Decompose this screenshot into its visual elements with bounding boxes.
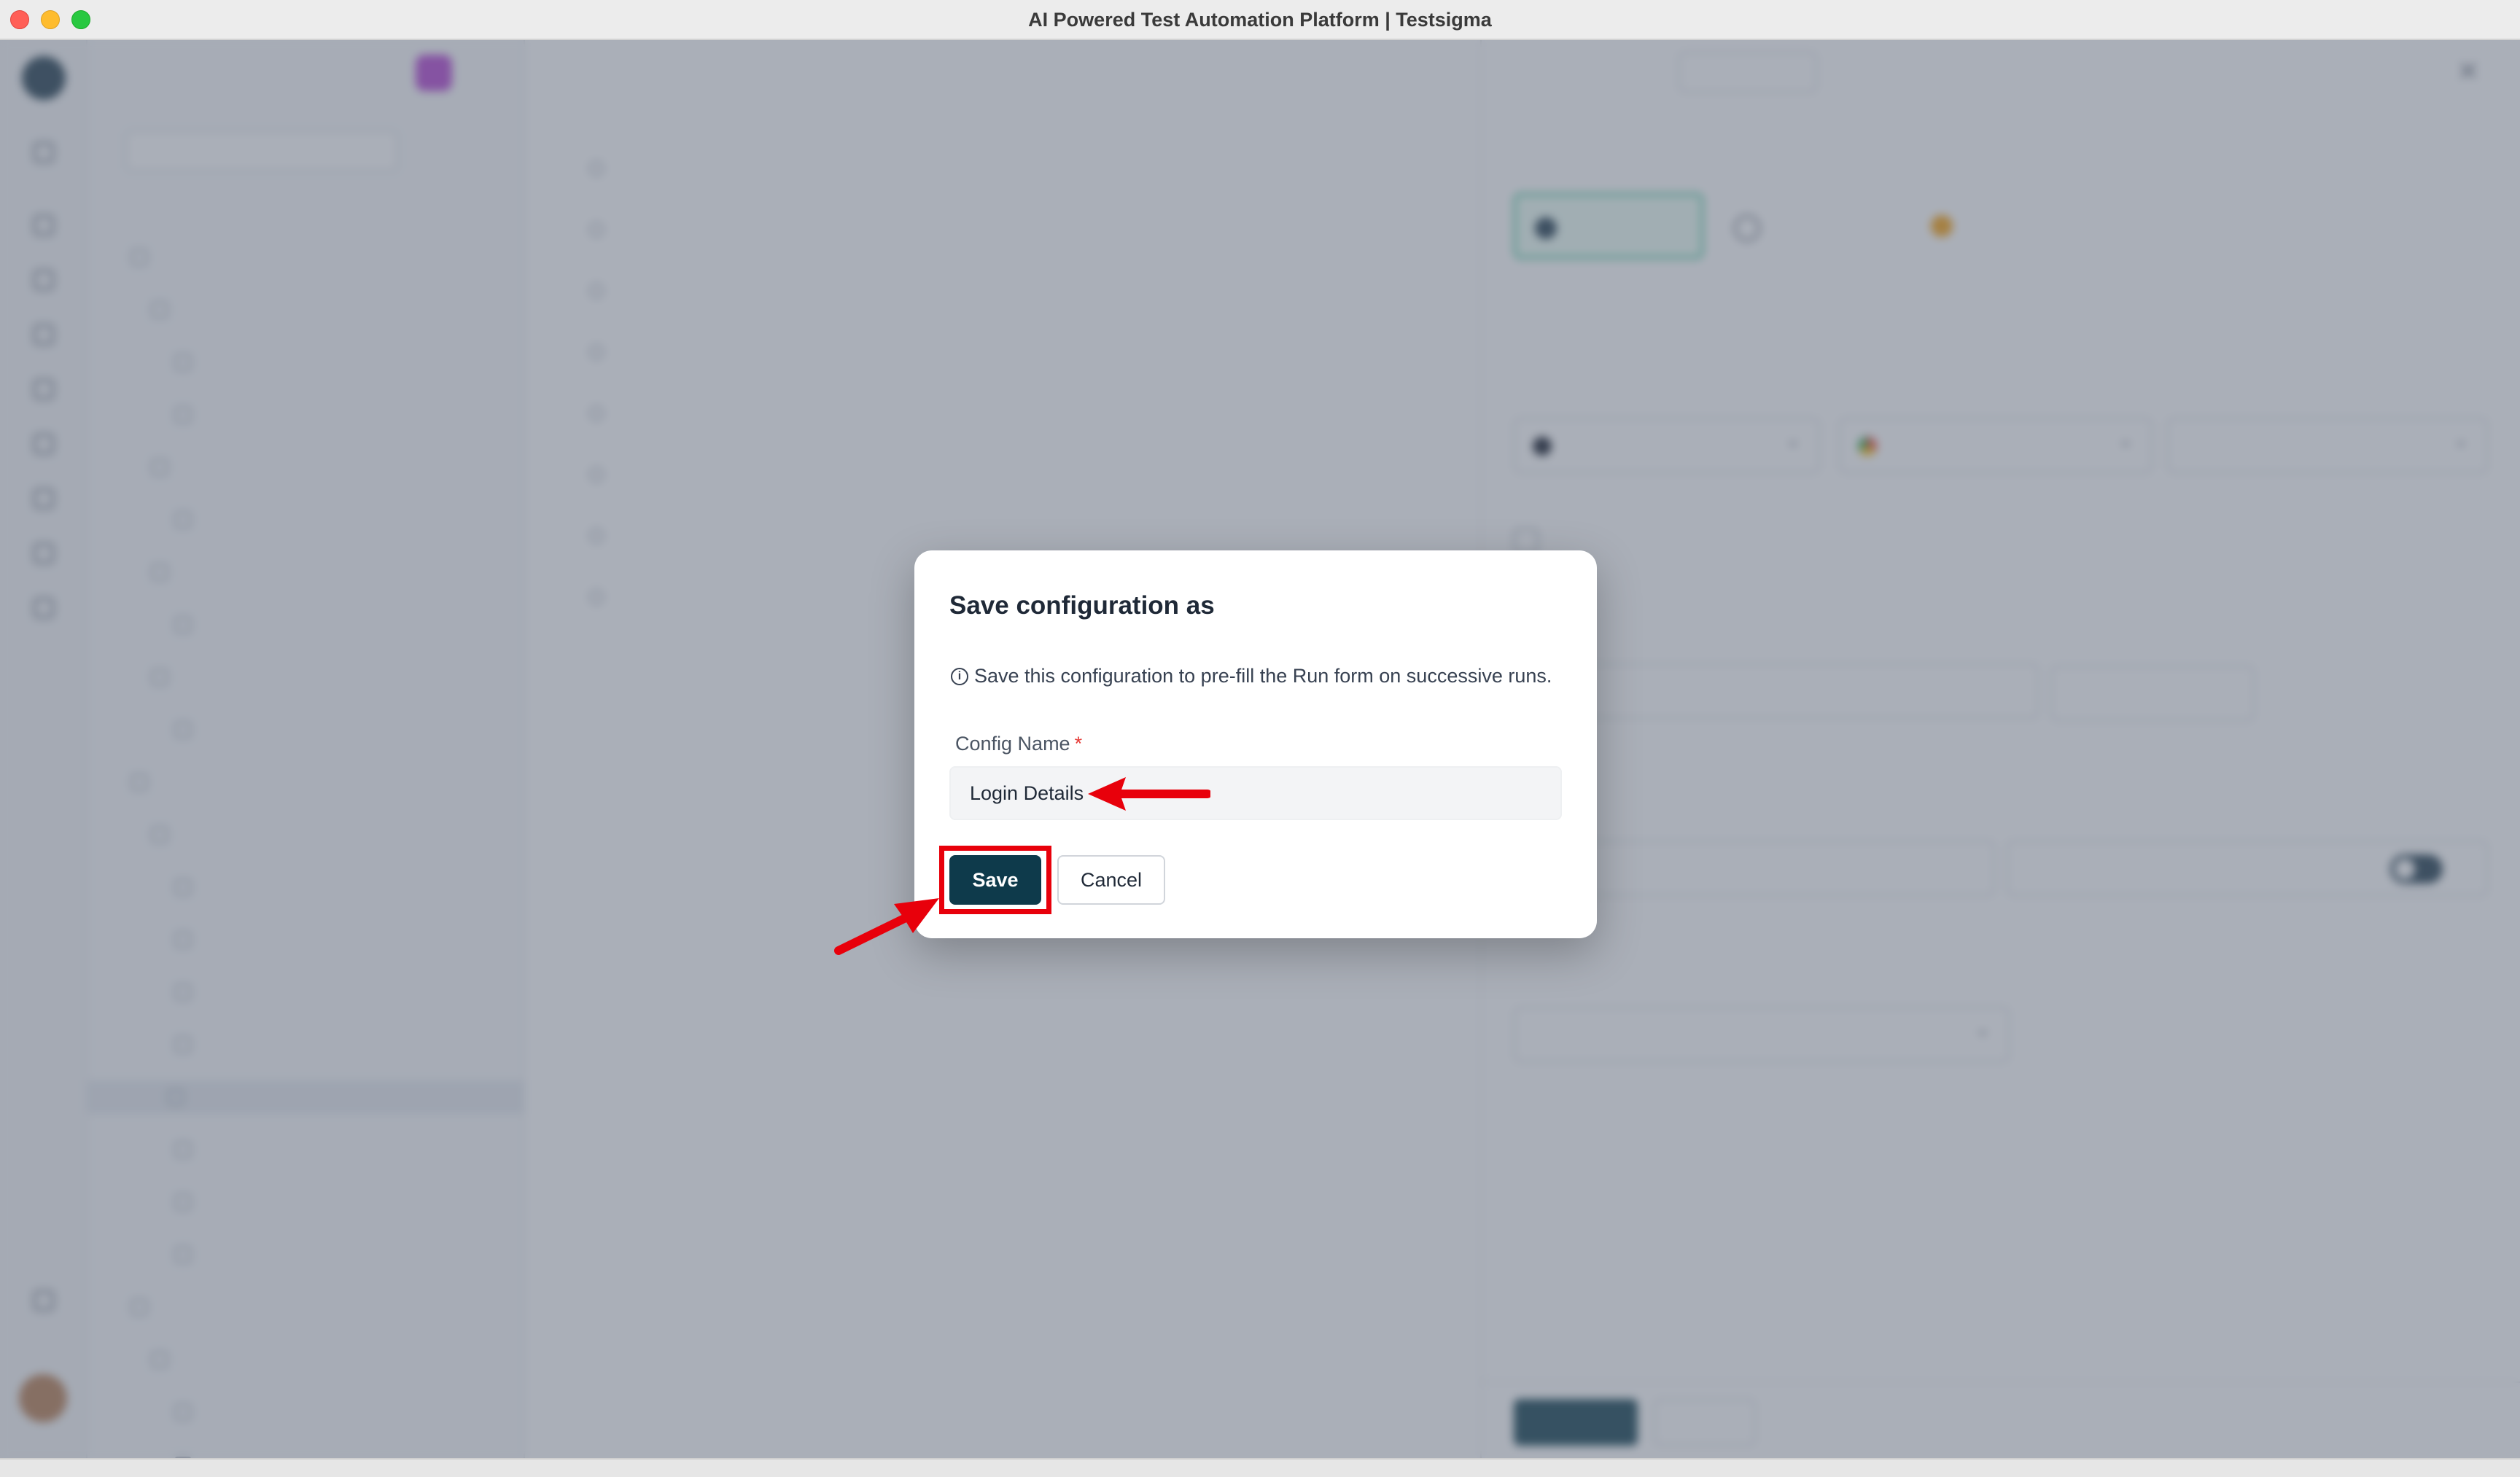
cancel-button[interactable]: Cancel — [1057, 855, 1165, 905]
save-configuration-dialog: Save configuration as i Save this config… — [914, 550, 1597, 938]
save-button[interactable]: Save — [949, 855, 1041, 905]
window-bottom-edge — [0, 1458, 2520, 1477]
info-circle-icon: i — [951, 668, 968, 685]
config-name-label-text: Config Name — [955, 733, 1070, 755]
window-title: AI Powered Test Automation Platform | Te… — [1028, 9, 1492, 31]
required-mark: * — [1074, 733, 1083, 755]
window-titlebar: AI Powered Test Automation Platform | Te… — [0, 0, 2520, 40]
config-name-input[interactable] — [949, 766, 1562, 820]
dialog-info-text: Save this configuration to pre-fill the … — [974, 665, 1552, 687]
dialog-title: Save configuration as — [949, 591, 1215, 620]
config-name-label: Config Name * — [955, 733, 1082, 755]
